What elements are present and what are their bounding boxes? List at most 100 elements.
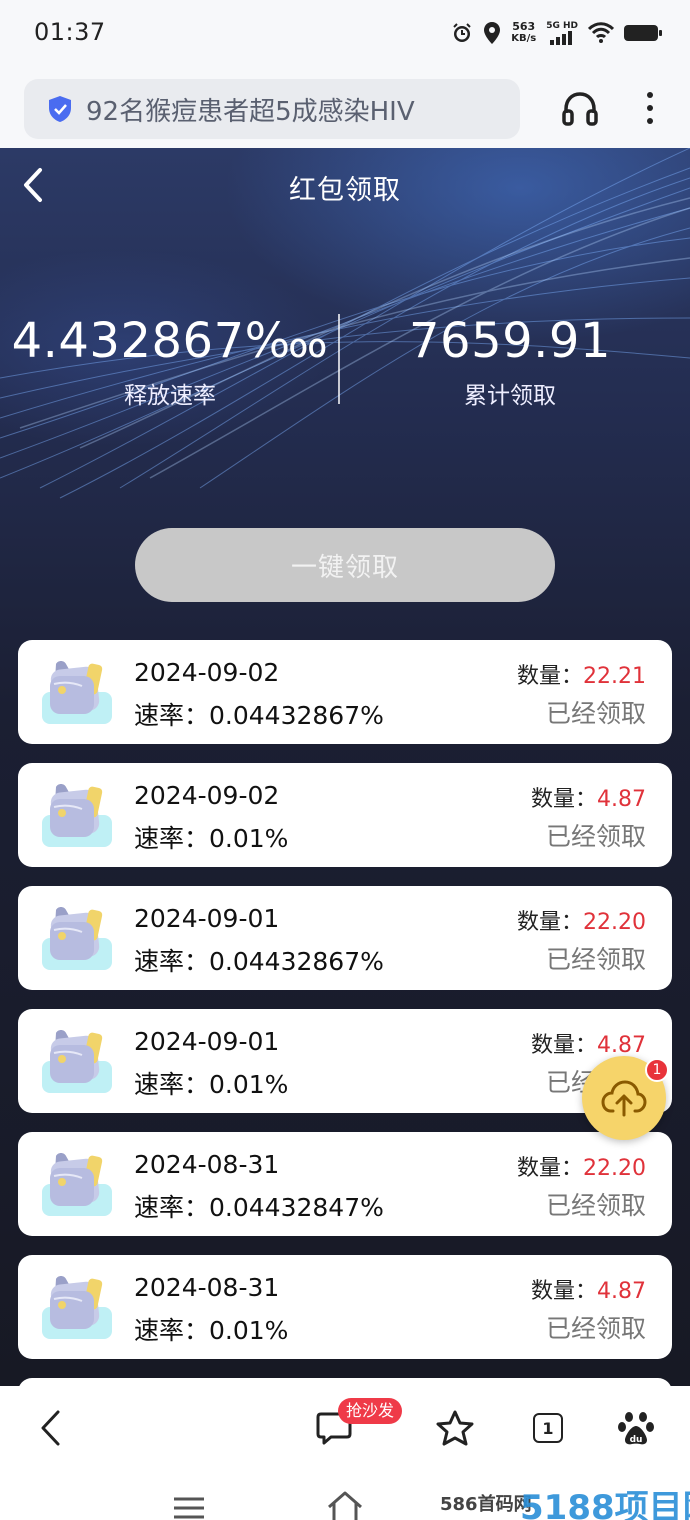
alarm-icon — [453, 23, 471, 42]
record-quantity-label: 数量： — [531, 1279, 598, 1304]
record-quantity: 数量：4.87 — [531, 1273, 646, 1305]
record-rate-value: 0.04432867% — [209, 947, 384, 976]
record-status: 已经领取 — [545, 699, 646, 728]
record-quantity-label: 数量： — [531, 1033, 598, 1058]
total-claimed-stat: 7659.91 累计领取 — [340, 312, 680, 410]
record-rate-label: 速率： — [134, 701, 210, 730]
record-quantity-label: 数量： — [517, 664, 584, 689]
url-title: 92名猴痘患者超5成感染HIV — [86, 96, 415, 127]
record-date: 2024-09-01 — [134, 1027, 280, 1056]
record-date: 2024-08-31 — [134, 1150, 280, 1179]
status-bar: 01:37 563 KB/s 5G HD — [0, 0, 690, 66]
record-quantity: 数量：22.20 — [517, 1150, 646, 1182]
record-rate-label: 速率： — [134, 1070, 210, 1099]
record-card: 2024-09-02 速率：0.04432867% 数量：22.21 已经领取 — [18, 640, 672, 744]
total-claimed-value: 7659.91 — [409, 313, 611, 369]
record-rate-label: 速率： — [134, 1193, 210, 1222]
record-status: 已经领取 — [545, 822, 646, 851]
record-quantity-value: 22.20 — [583, 1156, 646, 1181]
record-quantity-value: 4.87 — [597, 1279, 646, 1304]
baidu-paw-icon: du — [618, 1412, 654, 1445]
record-quantity: 数量：22.21 — [517, 658, 646, 690]
record-quantity: 数量：22.20 — [517, 904, 646, 936]
record-rate: 速率：0.04432847% — [134, 1188, 384, 1224]
record-rate-value: 0.01% — [209, 1070, 289, 1099]
record-card: 2024-08-31 速率：0.04432847% 数量：22.20 已经领取 — [18, 1132, 672, 1236]
cloud-upload-icon — [601, 1080, 647, 1117]
status-icons: 563 KB/s 5G HD — [451, 18, 662, 48]
record-date: 2024-09-02 — [134, 781, 280, 810]
record-date: 2024-08-31 — [134, 1273, 280, 1302]
red-packet-page: 红包领取 4.432867‱ 释放速率 7659.91 累计领取 一键领取 20… — [0, 148, 690, 1386]
record-card: 2024-09-01 速率：0.01% 数量：4.87 已经领取 — [18, 1009, 672, 1113]
record-quantity-label: 数量： — [517, 910, 584, 935]
signal-icon: 5G HD — [546, 21, 578, 45]
record-quantity-label: 数量： — [531, 787, 598, 812]
record-rate: 速率：0.01% — [134, 819, 288, 855]
fab-badge: 1 — [645, 1058, 669, 1082]
comment-badge: 抢沙发 — [338, 1398, 403, 1424]
record-quantity-value: 4.87 — [597, 787, 646, 812]
net-speed: 563 KB/s — [511, 20, 537, 45]
record-rate: 速率：0.01% — [134, 1311, 288, 1347]
release-rate-label: 释放速率 — [124, 383, 216, 409]
wallet-icon — [42, 661, 112, 724]
record-rate-value: 0.01% — [209, 1316, 289, 1345]
tabs-icon: 1 — [533, 1413, 563, 1443]
menu-icon[interactable] — [172, 1496, 206, 1520]
release-rate-stat: 4.432867‱ 释放速率 — [0, 312, 340, 410]
record-rate-value: 0.04432847% — [209, 1193, 384, 1222]
url-field[interactable]: 92名猴痘患者超5成感染HIV — [24, 79, 520, 139]
more-icon[interactable] — [634, 88, 666, 128]
battery-icon — [624, 25, 662, 41]
record-date: 2024-09-01 — [134, 904, 280, 933]
star-icon — [436, 1410, 474, 1446]
record-rate: 速率：0.01% — [134, 1065, 288, 1101]
wallet-icon — [42, 907, 112, 970]
record-card: 2024-09-01 速率：0.04432867% 数量：22.20 已经领取 — [18, 886, 672, 990]
wallet-icon — [42, 1276, 112, 1339]
list-item-partial — [18, 1378, 672, 1386]
record-rate-label: 速率： — [134, 824, 210, 853]
watermark-text: 586首码网 — [440, 1494, 532, 1515]
record-quantity-value: 4.87 — [597, 1033, 646, 1058]
claim-all-button[interactable]: 一键领取 — [135, 528, 555, 602]
wallet-icon — [42, 784, 112, 847]
wifi-icon — [588, 22, 614, 43]
home-icon[interactable] — [326, 1490, 364, 1520]
page-title: 红包领取 — [289, 175, 401, 206]
release-rate-value: 4.432867‱ — [11, 313, 329, 369]
record-rate: 速率：0.04432867% — [134, 942, 384, 978]
system-nav-bar: 586首码网 5188项目网 — [0, 1472, 690, 1520]
toolbar-baidu-button[interactable]: du — [614, 1406, 658, 1450]
total-claimed-label: 累计领取 — [464, 383, 556, 409]
record-status: 已经领取 — [545, 1191, 646, 1220]
record-rate: 速率：0.04432867% — [134, 696, 384, 732]
record-quantity-value: 22.21 — [583, 664, 646, 689]
browser-address-bar: 92名猴痘患者超5成感染HIV — [0, 66, 690, 148]
watermark-brand: 5188项目网 — [520, 1488, 690, 1520]
record-rate-value: 0.04432867% — [209, 701, 384, 730]
record-status: 已经领取 — [545, 945, 646, 974]
status-time: 01:37 — [34, 18, 106, 46]
record-quantity-label: 数量： — [517, 1156, 584, 1181]
record-quantity: 数量：4.87 — [531, 781, 646, 813]
record-quantity: 数量：4.87 — [531, 1027, 646, 1059]
wallet-icon — [42, 1153, 112, 1216]
toolbar-favorite-button[interactable] — [433, 1406, 477, 1450]
shield-icon — [46, 95, 74, 123]
toolbar-tabs-button[interactable]: 1 — [526, 1406, 570, 1450]
record-card: 2024-09-02 速率：0.01% 数量：4.87 已经领取 — [18, 763, 672, 867]
record-rate-label: 速率： — [134, 947, 210, 976]
headphones-icon[interactable] — [560, 89, 600, 129]
back-icon — [41, 1410, 60, 1446]
wallet-icon — [42, 1030, 112, 1093]
record-quantity-value: 22.20 — [583, 910, 646, 935]
svg-text:du: du — [630, 1435, 643, 1445]
browser-toolbar: 抢沙发 1 du — [0, 1386, 690, 1472]
record-rate-value: 0.01% — [209, 824, 289, 853]
toolbar-back-button[interactable] — [28, 1406, 72, 1450]
record-rate-label: 速率： — [134, 1316, 210, 1345]
location-icon — [484, 22, 501, 44]
record-date: 2024-09-02 — [134, 658, 280, 687]
